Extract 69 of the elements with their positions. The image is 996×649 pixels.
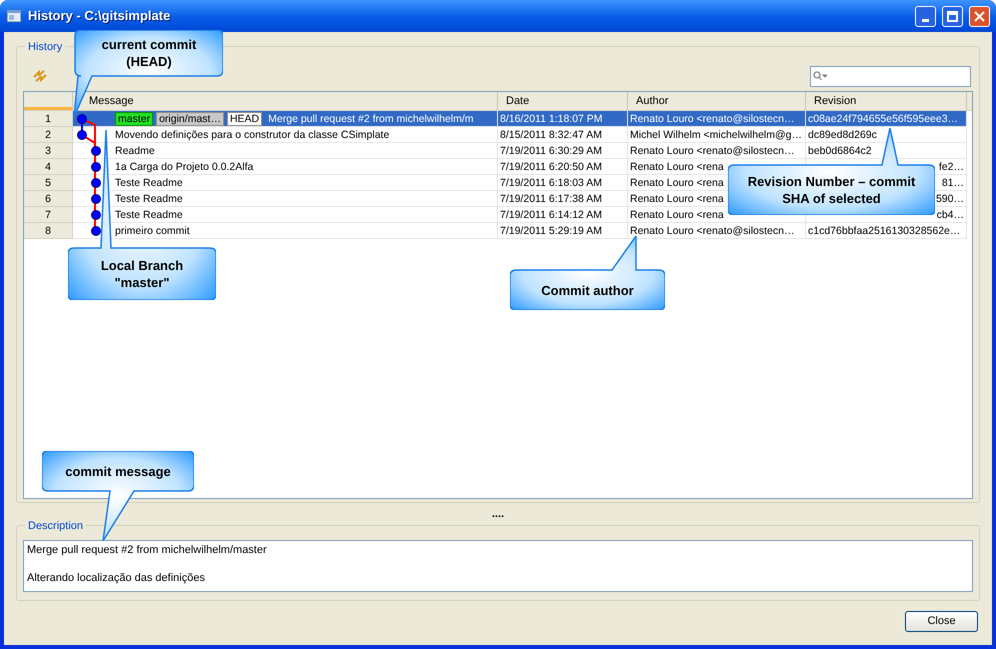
commit-author: Renato Louro <renato@silostecn… <box>630 112 794 126</box>
commit-date: 8/15/2011 8:32:47 AM <box>500 128 602 142</box>
commit-message: Merge pull request #2 from michelwilhelm/m <box>268 112 474 126</box>
commit-date: 7/19/2011 6:17:38 AM <box>500 192 602 206</box>
splitter-handle[interactable]: .... <box>492 508 504 520</box>
group-label: Description <box>25 518 86 534</box>
commit-revision: 590… <box>936 192 964 206</box>
ref-label: origin/mast… <box>156 112 224 126</box>
commit-revision: dc89ed8d269c <box>808 128 877 142</box>
commit-revision: c08ae24f794655e56f595eee3… <box>808 112 958 126</box>
commit-date: 7/19/2011 6:20:50 AM <box>500 160 602 174</box>
commit-message: Readme <box>115 144 155 158</box>
commit-revision: c1cd76bbfaa2516130328562e… <box>808 224 960 238</box>
window-title: History - C:\gitsimplate <box>28 7 170 26</box>
commit-author: Renato Louro <rena <box>630 160 724 174</box>
description-field[interactable]: Merge pull request #2 from michelwilhelm/master Alterando localização das definições <box>23 540 973 592</box>
row-number: 1 <box>24 111 73 127</box>
commit-date: 7/19/2011 5:29:19 AM <box>500 224 602 238</box>
row-number: 6 <box>24 191 73 207</box>
search-field[interactable] <box>810 66 971 86</box>
commit-message: Movendo definições para o construtor da classe CSimplate <box>115 128 390 142</box>
commit-message: Teste Readme <box>115 176 183 190</box>
row-number: 3 <box>24 143 73 159</box>
minimize-button[interactable] <box>915 6 936 26</box>
description-line: Alterando localização das definições <box>27 571 206 585</box>
search-icon <box>813 71 827 81</box>
row-number: 8 <box>24 223 73 239</box>
commit-date: 7/19/2011 6:18:03 AM <box>500 176 602 190</box>
callout-text: Revision Number – commit SHA of selected <box>746 173 916 207</box>
column-header[interactable]: Date <box>498 92 628 110</box>
row-number: 7 <box>24 207 73 223</box>
commit-date: 7/19/2011 6:14:12 AM <box>500 208 602 222</box>
row-number: 2 <box>24 127 73 143</box>
callout-text: Local Branch "master" <box>100 257 184 291</box>
commit-message: 1a Carga do Projeto 0.0.2Alfa <box>115 160 254 174</box>
commit-revision: beb0d6864c2 <box>808 144 872 158</box>
maximize-icon <box>947 10 958 22</box>
commit-date: 8/16/2011 1:18:07 PM <box>500 112 603 126</box>
ref-label: master <box>115 112 154 126</box>
row-number: 4 <box>24 159 73 175</box>
commit-revision: fe2… <box>938 160 964 174</box>
commit-author: Renato Louro <rena <box>630 176 724 190</box>
commit-author: Michel Wilhelm <michelwilhelm@g… <box>630 128 802 142</box>
commit-author: Renato Louro <renato@silostecn… <box>630 144 794 158</box>
column-header[interactable]: Author <box>628 92 806 110</box>
row-number: 5 <box>24 175 73 191</box>
minimize-icon <box>922 18 929 22</box>
commit-message: primeiro commit <box>115 224 190 238</box>
commit-date: 7/19/2011 6:30:29 AM <box>500 144 602 158</box>
commit-revision: cb4… <box>936 208 964 222</box>
maximize-button[interactable] <box>942 6 963 26</box>
commit-revision: 81… <box>942 176 964 190</box>
commit-message: Teste Readme <box>115 208 183 222</box>
callout-text: commit message <box>65 462 171 480</box>
callout-text: current commit (HEAD) <box>100 36 198 70</box>
selected-row-highlight[interactable]: master origin/mast… HEAD Merge pull request #2 from michelwilhelm/m 8/16/2011 1:18:07 PM Renato Louro <renato@silostecn… c08ae24f794655e56f595eee3… <box>73 111 967 127</box>
commit-message: Teste Readme <box>115 192 183 206</box>
app-window-icon <box>6 8 22 24</box>
description-line: Merge pull request #2 from michelwilhelm/master <box>27 543 268 557</box>
group-label: History <box>25 39 66 56</box>
commit-author: Renato Louro <rena <box>630 192 724 206</box>
commit-author: Renato Louro <rena <box>630 208 724 222</box>
close-dialog-button[interactable]: Close <box>905 611 978 632</box>
column-header[interactable]: Revision <box>806 92 967 110</box>
ref-label: HEAD <box>226 112 262 126</box>
close-button[interactable] <box>969 6 990 26</box>
close-icon <box>974 10 985 22</box>
callout-text: Commit author <box>541 282 634 298</box>
commit-author: Renato Louro <renato@silostecn… <box>630 224 794 238</box>
